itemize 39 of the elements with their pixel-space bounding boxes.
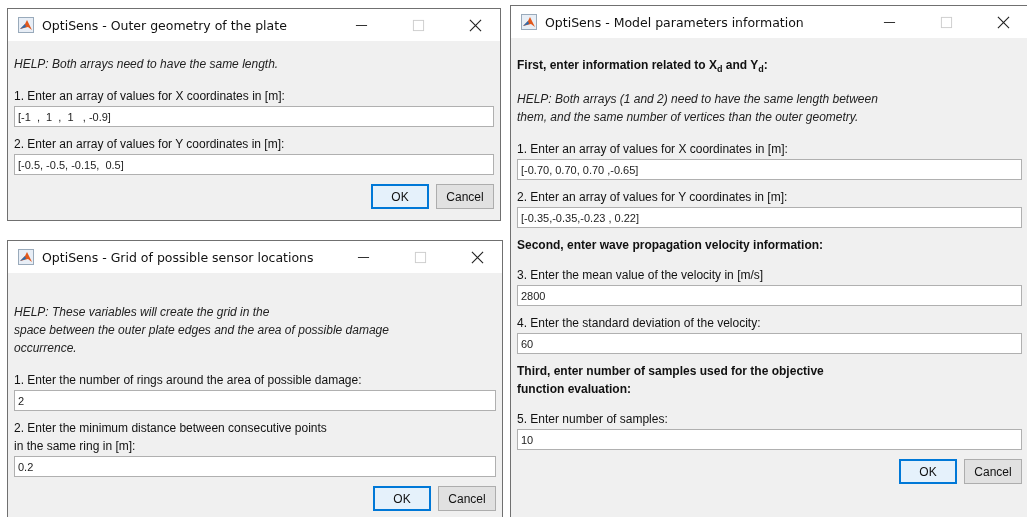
app-icon	[18, 17, 34, 33]
input-field[interactable]: 0.2	[14, 456, 496, 477]
field-label: 1. Enter the number of rings around the area of possible damage:	[14, 372, 363, 389]
field-label: 2. Enter an array of values for Y coordinates in [m]:	[14, 136, 286, 153]
input-field[interactable]: [-1 , 1 , 1 , -0.9]	[14, 106, 494, 127]
help-text: HELP: Both arrays (1 and 2) need to have the same length between them, and the same number of vertices than the outer geometry.	[517, 91, 879, 127]
field-label: 1. Enter an array of values for X coordinates in [m]:	[14, 88, 286, 105]
input-field[interactable]: 10	[517, 429, 1022, 451]
field-label: 3. Enter the mean value of the velocity in [m/s]	[517, 267, 765, 285]
input-field[interactable]: 60	[517, 333, 1022, 355]
section-heading: First, enter information related to X$_{d}$ and Y$_{d}$:	[517, 57, 769, 77]
window-title: OptiSens - Grid of possible sensor locations	[42, 249, 314, 265]
window-title: OptiSens - Outer geometry of the plate	[42, 17, 287, 33]
cancel-button[interactable]: Cancel	[438, 486, 496, 511]
help-text: HELP: These variables will create the grid in the space between the outer plate edges and the area of possible damage occurrence.	[14, 304, 390, 357]
field-label: 5. Enter number of samples:	[517, 411, 669, 429]
ok-button[interactable]: OK	[373, 486, 431, 511]
app-icon	[521, 14, 537, 30]
window-title: OptiSens - Model parameters information	[545, 14, 804, 30]
input-field[interactable]: [-0.5, -0.5, -0.15, 0.5]	[14, 154, 494, 175]
help-text: HELP: Both arrays need to have the same length.	[14, 56, 280, 73]
input-field[interactable]: 2800	[517, 285, 1022, 307]
app-icon	[18, 249, 34, 265]
close-icon[interactable]	[469, 18, 482, 32]
cancel-button[interactable]: Cancel	[436, 184, 494, 209]
close-icon[interactable]	[997, 15, 1010, 29]
field-label: 2. Enter an array of values for Y coordinates in [m]:	[517, 189, 789, 207]
cancel-button[interactable]: Cancel	[964, 459, 1022, 485]
ok-button[interactable]: OK	[899, 459, 957, 485]
section-heading: Second, enter wave propagation velocity information:	[517, 237, 825, 255]
close-icon[interactable]	[471, 250, 484, 264]
input-field[interactable]: [-0.35,-0.35,-0.23 , 0.22]	[517, 207, 1022, 229]
input-field[interactable]: 2	[14, 390, 496, 411]
input-field[interactable]: [-0.70, 0.70, 0.70 ,-0.65]	[517, 159, 1022, 181]
ok-button[interactable]: OK	[371, 184, 429, 209]
section-heading: Third, enter number of samples used for the objective function evaluation:	[517, 363, 825, 399]
field-label: 2. Enter the minimum distance between consecutive points in the same ring in [m]:	[14, 420, 328, 455]
field-label: 4. Enter the standard deviation of the velocity:	[517, 315, 762, 333]
field-label: 1. Enter an array of values for X coordinates in [m]:	[517, 141, 789, 159]
